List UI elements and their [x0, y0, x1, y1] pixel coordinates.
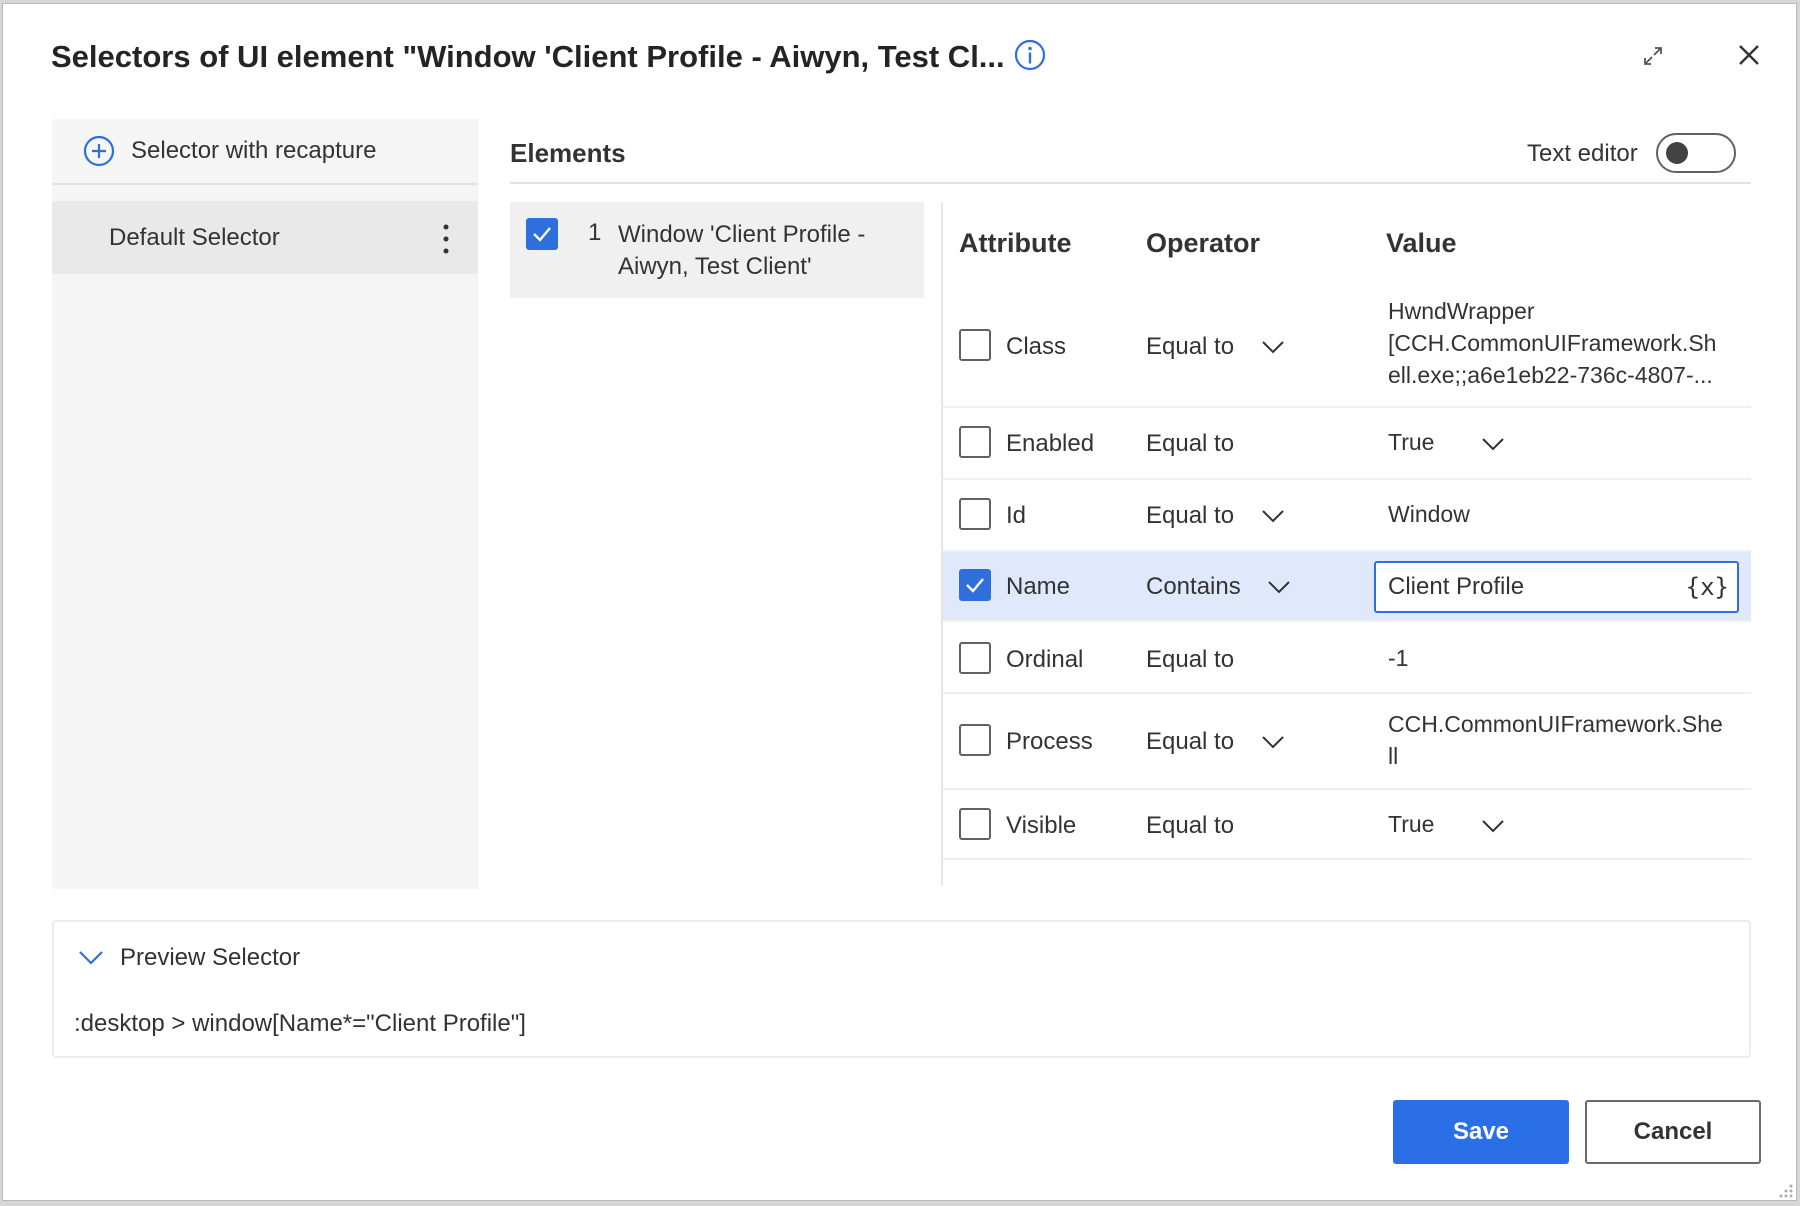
text-editor-toggle[interactable] [1656, 133, 1736, 173]
operator-header: Operator [1146, 228, 1261, 258]
value-line: ll [1388, 743, 1399, 769]
checkmark-icon [966, 578, 984, 593]
chevron-down-icon [79, 951, 103, 965]
attribute-checkbox[interactable] [959, 426, 991, 458]
value-header: Value [1386, 228, 1457, 258]
attribute-checkbox[interactable] [959, 329, 991, 361]
attribute-value: HwndWrapper [CCH.CommonUIFramework.Sh el… [1388, 295, 1716, 391]
chevron-down-icon[interactable] [1481, 819, 1505, 833]
add-circle-icon [83, 135, 115, 167]
attribute-name: Enabled [1006, 430, 1095, 457]
recapture-label: Selector with recapture [131, 137, 377, 164]
operator-value[interactable]: Contains [1146, 573, 1241, 601]
toggle-knob [1666, 142, 1688, 164]
preview-selector-toggle[interactable]: Preview Selector [78, 944, 300, 972]
attribute-row-process: Process Equal to CCH.CommonUIFramework.S… [943, 694, 1751, 790]
attribute-row-name: Name Contains Client Profile {x} [943, 552, 1751, 622]
save-button[interactable]: Save [1393, 1100, 1569, 1164]
attribute-name: Visible [1006, 812, 1077, 839]
attribute-name: Name [1006, 573, 1071, 600]
info-icon[interactable] [1013, 38, 1047, 72]
operator-value[interactable]: Equal to [1146, 333, 1234, 361]
cancel-button[interactable]: Cancel [1585, 1100, 1761, 1164]
attribute-row-enabled: Enabled Equal to True [943, 408, 1751, 480]
elements-heading: Elements [510, 138, 626, 168]
more-options-icon[interactable] [440, 221, 452, 257]
attribute-name: Id [1006, 502, 1027, 529]
attribute-row-class: Class Equal to HwndWrapper [CCH.CommonUI… [943, 291, 1751, 408]
variable-icon[interactable]: {x} [1686, 573, 1729, 601]
element-index: 1 [588, 219, 602, 246]
header-divider [510, 182, 1751, 184]
operator-value[interactable]: Equal to [1146, 502, 1234, 530]
element-checkbox[interactable] [526, 218, 558, 250]
value-line: HwndWrapper [1388, 298, 1535, 324]
attribute-row-visible: Visible Equal to True [943, 790, 1751, 860]
selector-item-label: Default Selector [109, 223, 280, 251]
attribute-name: Ordinal [1006, 646, 1084, 673]
close-icon[interactable] [1734, 40, 1764, 70]
value-line: ell.exe;;a6e1eb22-736c-4807-... [1388, 362, 1713, 388]
attribute-checkbox[interactable] [959, 724, 991, 756]
expand-icon[interactable] [1641, 44, 1665, 68]
preview-selector-code: :desktop > window[Name*="Client Profile"… [74, 1010, 526, 1037]
attribute-checkbox[interactable] [959, 808, 991, 840]
attribute-header: Attribute [959, 228, 1072, 258]
attribute-checkbox[interactable] [959, 498, 991, 530]
attribute-checkbox[interactable] [959, 642, 991, 674]
chevron-down-icon[interactable] [1261, 509, 1285, 523]
attribute-row-id: Id Equal to Window [943, 480, 1751, 552]
operator-value[interactable]: Equal to [1146, 728, 1234, 756]
value-line: CCH.CommonUIFramework.She [1388, 711, 1723, 737]
element-label: Window 'Client Profile - Aiwyn, Test Cli… [618, 221, 866, 280]
text-editor-label: Text editor [1527, 140, 1638, 167]
selector-with-recapture-button[interactable]: Selector with recapture [52, 119, 478, 185]
value-line: [CCH.CommonUIFramework.Sh [1388, 330, 1717, 356]
selector-dialog: Selectors of UI element "Window 'Client … [2, 3, 1797, 1201]
attribute-value: Window [1388, 501, 1470, 527]
name-value-input[interactable]: Client Profile {x} [1374, 561, 1739, 613]
preview-selector-label: Preview Selector [120, 944, 301, 971]
name-value-text: Client Profile [1388, 573, 1525, 600]
chevron-down-icon[interactable] [1261, 340, 1285, 354]
attribute-checkbox[interactable] [959, 569, 991, 601]
selector-item-default[interactable]: Default Selector [52, 201, 478, 274]
attribute-value[interactable]: True [1388, 808, 1434, 840]
checkmark-icon [533, 227, 551, 242]
attribute-name: Class [1006, 333, 1067, 360]
attribute-row-ordinal: Ordinal Equal to -1 [943, 622, 1751, 694]
chevron-down-icon[interactable] [1267, 580, 1291, 594]
chevron-down-icon[interactable] [1481, 437, 1505, 451]
chevron-down-icon[interactable] [1261, 735, 1285, 749]
operator-value: Equal to [1146, 646, 1235, 673]
attribute-value: -1 [1388, 645, 1409, 671]
preview-selector-panel: Preview Selector :desktop > window[Name*… [52, 920, 1751, 1058]
dialog-title: Selectors of UI element "Window 'Client … [51, 39, 1005, 74]
selector-list-panel: Selector with recapture Default Selector [52, 119, 478, 889]
operator-value: Equal to [1146, 430, 1235, 457]
element-item[interactable]: 1 Window 'Client Profile - Aiwyn, Test C… [510, 202, 924, 298]
resize-grip-icon[interactable] [1775, 1180, 1795, 1200]
attribute-value: CCH.CommonUIFramework.She ll [1388, 708, 1723, 772]
attribute-value[interactable]: True [1388, 426, 1434, 458]
operator-value: Equal to [1146, 812, 1235, 839]
attribute-name: Process [1006, 728, 1093, 755]
